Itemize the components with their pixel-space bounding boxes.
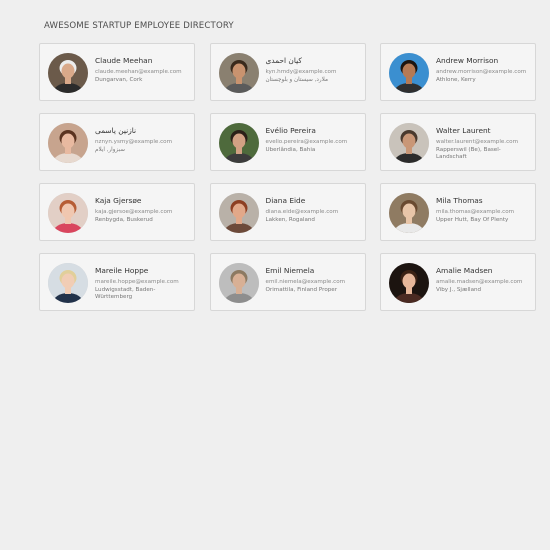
- avatar-portrait: [48, 123, 88, 163]
- employee-card[interactable]: Mareile Hoppe mareile.hoppe@example.com …: [39, 253, 195, 311]
- avatar-face: [232, 203, 245, 219]
- employee-info: Kaja Gjersøe kaja.gjersoe@example.com Re…: [95, 192, 187, 224]
- employee-info: کیان احمدی kyn.hmdy@example.com ملارد, س…: [266, 52, 358, 84]
- avatar-portrait: [218, 263, 259, 303]
- avatar-portrait: [48, 263, 88, 303]
- employee-name: Amalie Madsen: [436, 266, 493, 275]
- employee-name: Claude Meehan: [95, 56, 153, 65]
- employee-info: Emil Niemela emil.niemela@example.com Or…: [266, 262, 358, 294]
- avatar-face: [61, 63, 75, 79]
- employee-location: ملارد, سیستان و بلوچستان: [265, 77, 328, 83]
- employee-email: nznyn.ysmy@example.com: [95, 139, 173, 145]
- employee-info: Andrew Morrison andrew.morrison@example.…: [436, 52, 528, 84]
- employee-name: کیان احمدی: [265, 56, 302, 65]
- employee-avatar: [389, 123, 429, 163]
- avatar-face: [402, 133, 416, 149]
- avatar-portrait: [218, 193, 259, 233]
- employee-email: kyn.hmdy@example.com: [265, 69, 337, 75]
- avatar-face: [402, 63, 416, 79]
- employee-avatar: [218, 263, 259, 303]
- avatar-face: [61, 273, 75, 289]
- avatar-face: [402, 273, 416, 289]
- avatar-portrait: [389, 263, 429, 303]
- employee-email: mila.thomas@example.com: [436, 209, 515, 215]
- employee-avatar: [389, 53, 429, 93]
- employee-info: Diana Eide diana.eide@example.com Lakken…: [266, 192, 358, 224]
- avatar-face: [232, 63, 245, 79]
- employee-card[interactable]: Amalie Madsen amalie.madsen@example.com …: [380, 253, 536, 311]
- page-title: AWESOME STARTUP EMPLOYEE DIRECTORY: [44, 21, 234, 31]
- employee-card[interactable]: Walter Laurent walter.laurent@example.co…: [380, 113, 536, 171]
- employee-avatar: [218, 53, 259, 93]
- employee-location: Ludwigsstadt, Baden-Württemberg: [95, 287, 156, 300]
- employee-avatar: [48, 53, 88, 93]
- employee-info: نازنین یاسمی nznyn.ysmy@example.com سبزو…: [95, 122, 187, 154]
- employee-email: walter.laurent@example.com: [436, 139, 519, 145]
- employee-email: claude.meehan@example.com: [95, 69, 182, 75]
- employee-name: Andrew Morrison: [436, 56, 499, 65]
- avatar-portrait: [48, 193, 88, 233]
- employee-card[interactable]: Emil Niemela emil.niemela@example.com Or…: [209, 253, 366, 311]
- employee-name: Diana Eide: [265, 196, 306, 205]
- avatar-face: [232, 273, 245, 289]
- employee-name: Emil Niemela: [265, 266, 315, 275]
- employee-info: Evélio Pereira evelio.pereira@example.co…: [266, 122, 358, 154]
- avatar-face: [232, 133, 245, 149]
- employee-card[interactable]: Claude Meehan claude.meehan@example.com …: [39, 43, 195, 101]
- employee-avatar: [218, 193, 259, 233]
- employee-location: Dungarvan, Cork: [95, 77, 143, 83]
- employee-name: Kaja Gjersøe: [95, 196, 142, 205]
- employee-location: Upper Hutt, Bay Of Plenty: [436, 217, 509, 223]
- employee-card[interactable]: نازنین یاسمی nznyn.ysmy@example.com سبزو…: [39, 113, 195, 171]
- avatar-portrait: [389, 53, 429, 93]
- employee-card[interactable]: کیان احمدی kyn.hmdy@example.com ملارد, س…: [209, 43, 366, 101]
- employee-name: Mareile Hoppe: [95, 266, 149, 275]
- employee-email: andrew.morrison@example.com: [436, 69, 527, 75]
- employee-email: amalie.madsen@example.com: [436, 279, 523, 285]
- avatar-portrait: [389, 193, 429, 233]
- employee-card[interactable]: Mila Thomas mila.thomas@example.com Uppe…: [380, 183, 536, 241]
- employee-info: Walter Laurent walter.laurent@example.co…: [436, 122, 528, 161]
- employee-name: Walter Laurent: [436, 126, 491, 135]
- avatar-face: [61, 133, 75, 149]
- employee-avatar: [389, 193, 429, 233]
- employee-grid: Claude Meehan claude.meehan@example.com …: [39, 43, 536, 311]
- avatar-portrait: [389, 123, 429, 163]
- employee-location: Rapperswil (Be), Basel-Landschaft: [436, 147, 501, 160]
- avatar-face: [402, 203, 416, 219]
- employee-location: Athlone, Kerry: [436, 77, 476, 83]
- employee-location: Viby J., Sjælland: [436, 287, 482, 293]
- employee-email: mareile.hoppe@example.com: [95, 279, 179, 285]
- avatar-face: [61, 203, 75, 219]
- avatar-portrait: [218, 53, 259, 93]
- employee-location: سبزوار, ایلام: [95, 147, 125, 153]
- employee-card[interactable]: Evélio Pereira evelio.pereira@example.co…: [209, 113, 366, 171]
- employee-info: Mila Thomas mila.thomas@example.com Uppe…: [436, 192, 528, 224]
- employee-email: emil.niemela@example.com: [265, 279, 346, 285]
- employee-info: Mareile Hoppe mareile.hoppe@example.com …: [95, 262, 187, 301]
- employee-info: Amalie Madsen amalie.madsen@example.com …: [436, 262, 528, 294]
- employee-email: evelio.pereira@example.com: [265, 139, 348, 145]
- employee-card[interactable]: Andrew Morrison andrew.morrison@example.…: [380, 43, 536, 101]
- employee-location: Uberlândia, Bahia: [265, 147, 316, 153]
- employee-email: diana.eide@example.com: [265, 209, 339, 215]
- employee-avatar: [218, 123, 259, 163]
- employee-location: Lakken, Rogaland: [265, 217, 315, 223]
- employee-avatar: [389, 263, 429, 303]
- avatar-portrait: [218, 123, 259, 163]
- employee-location: Renbygda, Buskerud: [95, 217, 153, 223]
- employee-card[interactable]: Kaja Gjersøe kaja.gjersoe@example.com Re…: [39, 183, 195, 241]
- avatar-portrait: [48, 53, 88, 93]
- employee-name: Mila Thomas: [436, 196, 483, 205]
- employee-avatar: [48, 193, 88, 233]
- employee-name: نازنین یاسمی: [95, 126, 137, 135]
- employee-email: kaja.gjersoe@example.com: [95, 209, 173, 215]
- employee-avatar: [48, 123, 88, 163]
- employee-avatar: [48, 263, 88, 303]
- employee-card[interactable]: Diana Eide diana.eide@example.com Lakken…: [209, 183, 366, 241]
- employee-info: Claude Meehan claude.meehan@example.com …: [95, 52, 187, 84]
- employee-location: Orimattila, Finland Proper: [265, 287, 338, 293]
- employee-name: Evélio Pereira: [265, 126, 316, 135]
